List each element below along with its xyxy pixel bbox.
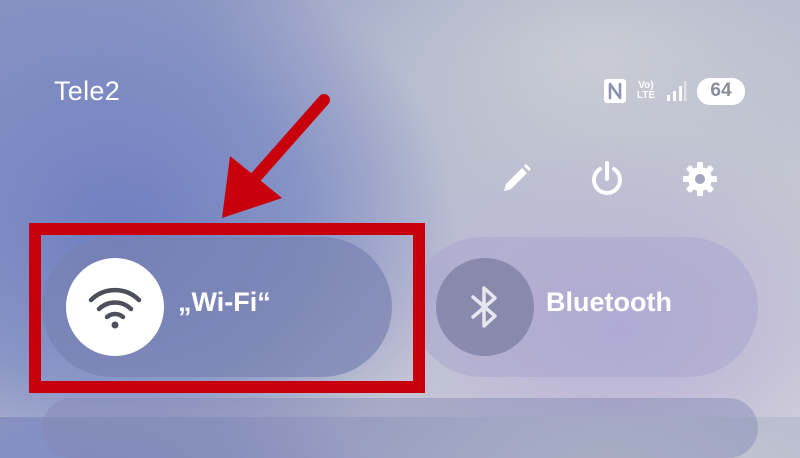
bluetooth-toggle[interactable] bbox=[436, 258, 534, 356]
gear-icon[interactable] bbox=[676, 155, 724, 203]
bluetooth-icon bbox=[471, 286, 497, 328]
nfc-icon bbox=[603, 78, 627, 104]
quick-actions-row bbox=[0, 155, 800, 205]
battery-icon: 64 bbox=[697, 77, 745, 105]
highlight-box bbox=[29, 223, 425, 393]
arrow-annotation bbox=[222, 94, 330, 218]
volte-bottom-label: LTE bbox=[636, 90, 655, 101]
bluetooth-label: Bluetooth bbox=[546, 287, 672, 317]
signal-icon bbox=[665, 80, 687, 102]
carrier-name: Tele2 bbox=[54, 76, 121, 106]
volte-icon: Vo) LTE bbox=[637, 81, 655, 101]
pencil-icon[interactable] bbox=[492, 155, 540, 203]
next-tile-row[interactable] bbox=[42, 398, 758, 458]
bluetooth-tile[interactable]: Bluetooth bbox=[412, 237, 758, 377]
status-icons: Vo) LTE 64 bbox=[603, 76, 745, 106]
power-icon[interactable] bbox=[583, 155, 631, 203]
